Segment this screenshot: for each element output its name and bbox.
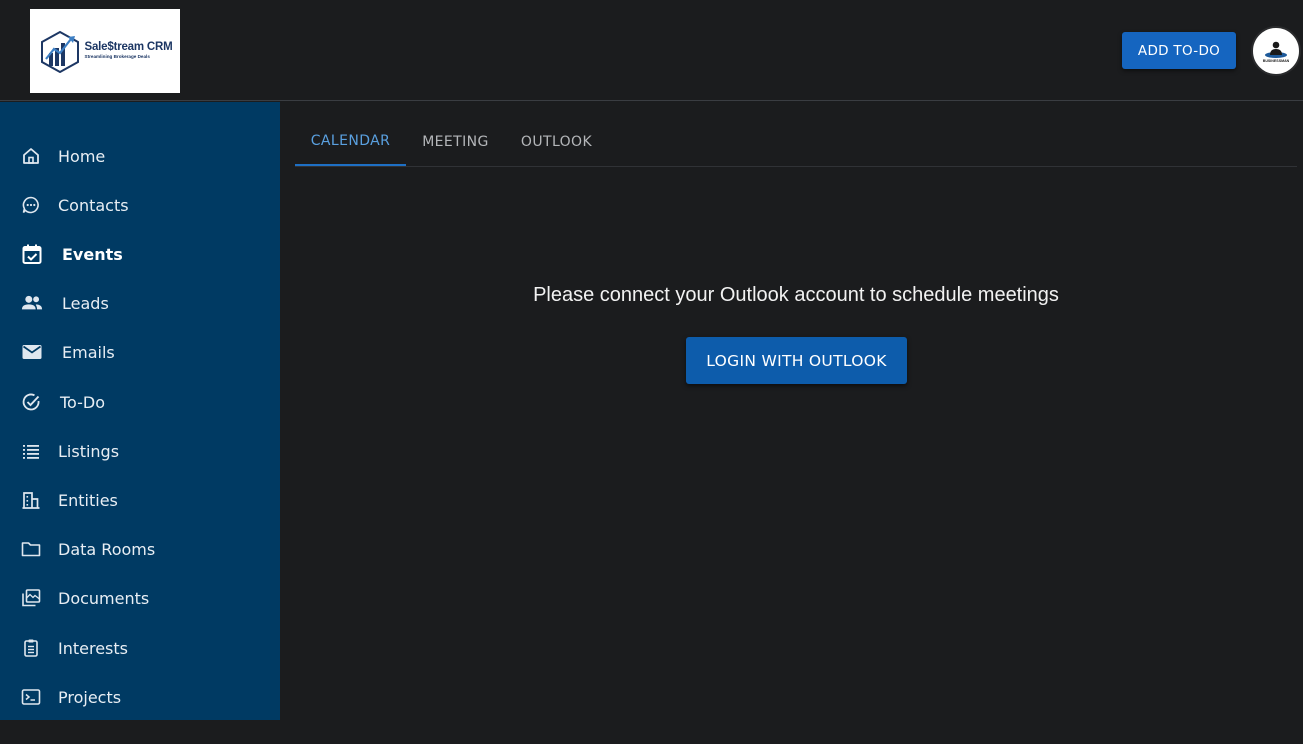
calendar-check-icon bbox=[21, 243, 43, 265]
building-icon bbox=[20, 489, 42, 511]
growth-chart-icon bbox=[40, 30, 79, 73]
sidebar-item-label: Listings bbox=[58, 441, 120, 461]
tab-bar: CALENDAR MEETING OUTLOOK bbox=[295, 118, 1297, 167]
tab-outlook[interactable]: OUTLOOK bbox=[505, 118, 608, 166]
app-logo[interactable]: Sale$tream CRM Streamlining Brokerage De… bbox=[30, 9, 180, 93]
library-icon bbox=[20, 587, 42, 609]
add-todo-button[interactable]: ADD TO-DO bbox=[1122, 32, 1236, 69]
sidebar-item-listings[interactable]: Listings bbox=[0, 429, 280, 473]
businessman-icon bbox=[1265, 41, 1287, 58]
sidebar-item-label: Entities bbox=[58, 490, 118, 510]
sidebar-item-label: Leads bbox=[62, 293, 109, 313]
sidebar: Home Contacts Events Leads Emails To-Do bbox=[0, 102, 280, 720]
sidebar-item-label: Documents bbox=[58, 588, 150, 608]
mail-icon bbox=[21, 341, 43, 363]
sidebar-item-label: Home bbox=[58, 146, 106, 166]
login-with-outlook-button[interactable]: LOGIN WITH OUTLOOK bbox=[686, 337, 907, 384]
sidebar-item-events[interactable]: Events bbox=[0, 232, 280, 276]
sidebar-item-entities[interactable]: Entities bbox=[0, 478, 280, 522]
sidebar-item-label: Data Rooms bbox=[58, 539, 156, 559]
sidebar-item-projects[interactable]: Projects bbox=[0, 675, 280, 719]
sidebar-item-label: Events bbox=[62, 244, 123, 264]
check-circle-icon bbox=[20, 391, 42, 413]
sidebar-item-interests[interactable]: Interests bbox=[0, 626, 280, 670]
sidebar-item-todo[interactable]: To-Do bbox=[0, 380, 280, 424]
folder-icon bbox=[20, 538, 42, 560]
chat-icon bbox=[20, 194, 42, 216]
sidebar-item-data-rooms[interactable]: Data Rooms bbox=[0, 527, 280, 571]
tab-calendar[interactable]: CALENDAR bbox=[295, 118, 406, 166]
top-bar: Sale$tream CRM Streamlining Brokerage De… bbox=[0, 0, 1303, 101]
sidebar-item-label: Interests bbox=[58, 638, 128, 658]
tab-meeting[interactable]: MEETING bbox=[406, 118, 505, 166]
logo-title: Sale$tream CRM bbox=[84, 40, 173, 53]
sidebar-item-leads[interactable]: Leads bbox=[0, 281, 280, 325]
sidebar-item-label: Projects bbox=[58, 687, 122, 707]
list-icon bbox=[20, 440, 42, 462]
terminal-icon bbox=[20, 686, 42, 708]
user-avatar[interactable]: BUSINESSMAN bbox=[1251, 26, 1301, 76]
sidebar-item-contacts[interactable]: Contacts bbox=[0, 183, 280, 227]
home-icon bbox=[20, 145, 42, 167]
people-icon bbox=[21, 292, 43, 314]
sidebar-item-label: Emails bbox=[62, 342, 115, 362]
avatar-caption: BUSINESSMAN bbox=[1262, 58, 1290, 63]
sidebar-item-home[interactable]: Home bbox=[0, 134, 280, 178]
sidebar-item-documents[interactable]: Documents bbox=[0, 576, 280, 620]
sidebar-item-label: Contacts bbox=[58, 195, 129, 215]
logo-subtitle: Streamlining Brokerage Deals bbox=[84, 54, 150, 60]
sidebar-item-label: To-Do bbox=[60, 392, 106, 412]
clipboard-icon bbox=[20, 637, 42, 659]
connect-outlook-message: Please connect your Outlook account to s… bbox=[533, 284, 1059, 306]
sidebar-item-emails[interactable]: Emails bbox=[0, 330, 280, 374]
